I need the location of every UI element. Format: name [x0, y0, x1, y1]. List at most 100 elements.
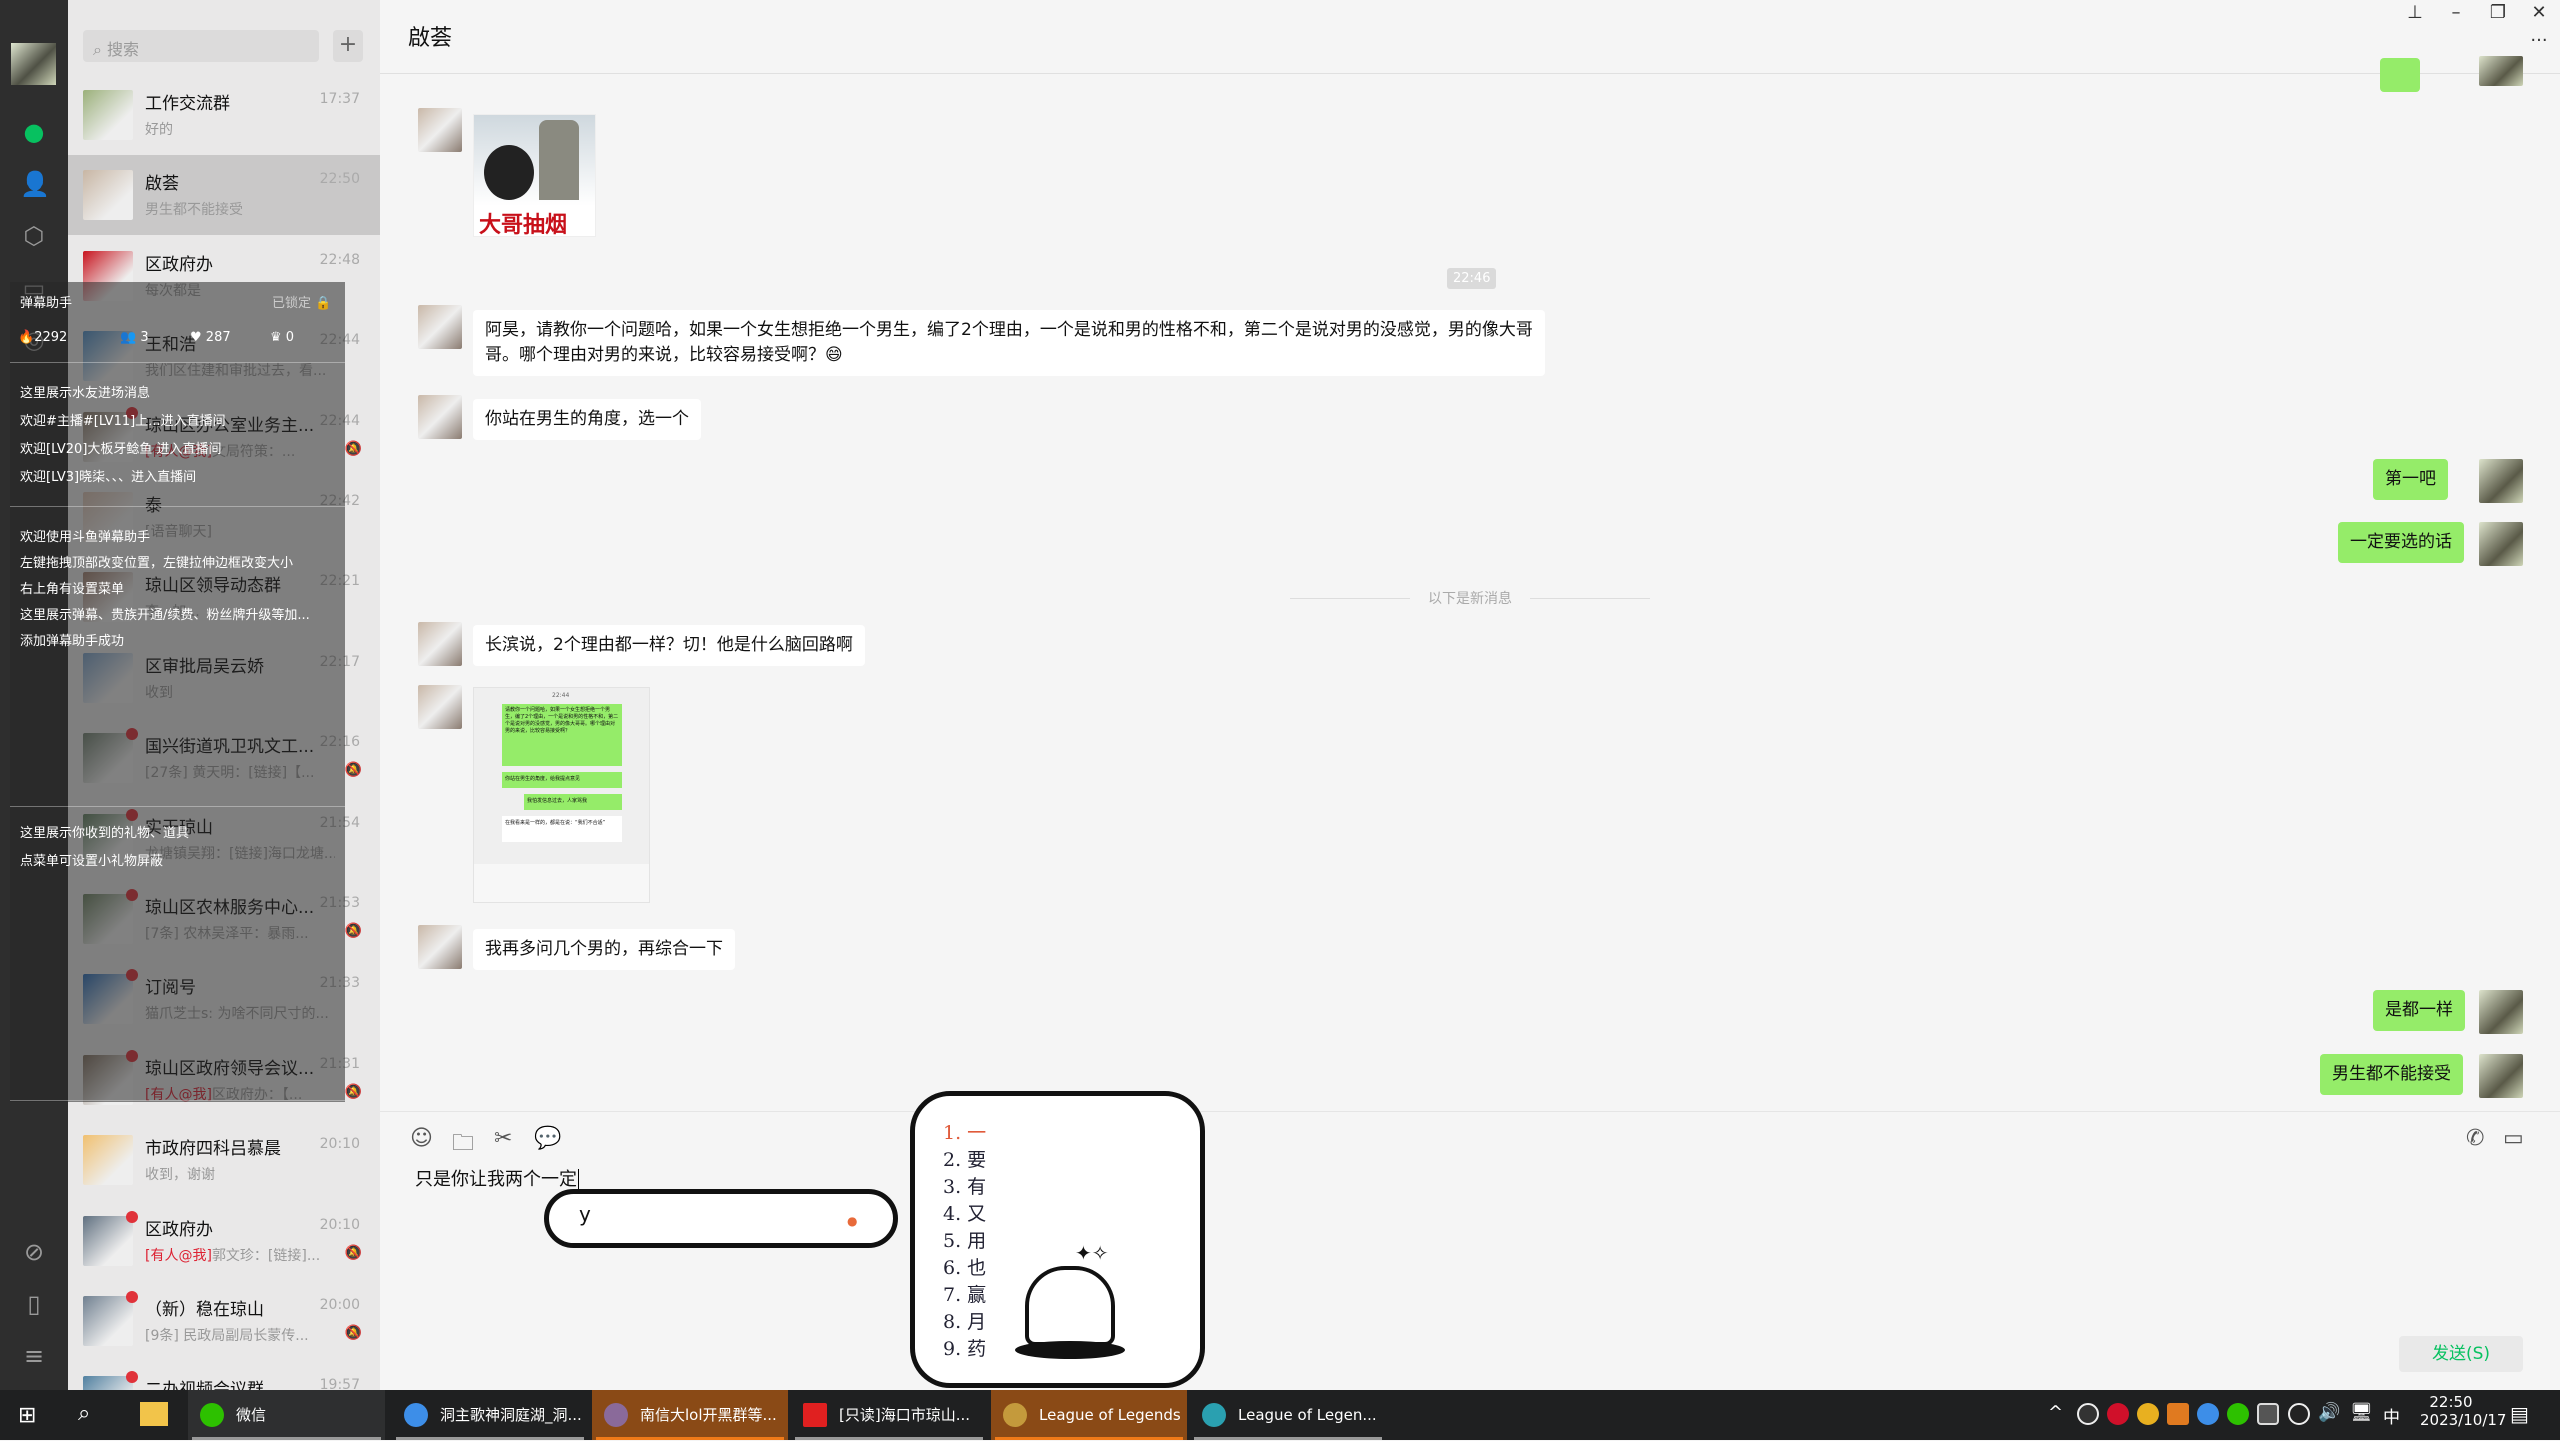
- ime-candidate[interactable]: 3. 有: [943, 1172, 986, 1199]
- obs-icon[interactable]: [2077, 1403, 2099, 1425]
- ime-candidate[interactable]: 7. 赢: [943, 1280, 986, 1307]
- windows-start-icon[interactable]: ⊞: [18, 1403, 36, 1428]
- my-message-bubble[interactable]: 一定要选的话: [2338, 522, 2464, 563]
- scissors-icon[interactable]: ✂: [494, 1126, 512, 1151]
- taskbar-item[interactable]: [只读]海口市琼山...: [791, 1390, 987, 1440]
- search-icon[interactable]: ⌕: [78, 1401, 90, 1426]
- contact-avatar[interactable]: [418, 108, 462, 152]
- typed-text[interactable]: 只是你让我两个一定: [415, 1165, 579, 1191]
- clock-date: 2023/10/17: [2420, 1411, 2507, 1429]
- tray-app-icon[interactable]: [2137, 1403, 2159, 1425]
- chat-list-item[interactable]: 区政府办 20:10 [有人@我]郭文珍：[链接]... 🔕: [68, 1201, 380, 1281]
- chat-list-item[interactable]: 工作交流群 17:37 好的: [68, 75, 380, 155]
- contact-avatar[interactable]: [418, 305, 462, 349]
- sticker-image[interactable]: 大哥抽烟: [473, 114, 596, 238]
- folder-icon[interactable]: 🗀: [452, 1126, 474, 1164]
- taskbar-item[interactable]: 洞主歌神洞庭湖_洞...: [392, 1390, 588, 1440]
- minimize-button[interactable]: –: [2441, 2, 2471, 23]
- message-bubble-partial: [2380, 58, 2420, 92]
- ime-candidate-window: 1. 一 2. 要 3. 有 4. 又 5. 用 6. 也 7. 赢 8. 月 …: [910, 1091, 1205, 1388]
- my-avatar: [2479, 990, 2523, 1034]
- contacts-icon[interactable]: 👤: [20, 170, 50, 198]
- taskbar-item[interactable]: League of Legen...: [1190, 1390, 1386, 1440]
- crown-count: ♛ 0: [270, 330, 295, 345]
- phone-icon[interactable]: ▯: [20, 1290, 48, 1318]
- chat-icon[interactable]: ●: [20, 118, 48, 146]
- ime-candidate[interactable]: 9. 药: [943, 1334, 986, 1361]
- chat-time: 22:48: [319, 251, 360, 268]
- tray-expand-icon[interactable]: ^: [2048, 1402, 2063, 1423]
- search-input[interactable]: ⌕ 搜索: [83, 30, 319, 62]
- wechat-tray-icon[interactable]: [2227, 1403, 2249, 1425]
- ime-indicator[interactable]: 中: [2383, 1403, 2400, 1428]
- ime-candidate[interactable]: 1. 一: [943, 1118, 986, 1145]
- danmu-assistant-overlay[interactable]: 弹幕助手 已锁定 🔒 🔥2292 👥 3 ♥ 287 ♛ 0 这里展示水友进场消…: [10, 282, 345, 1102]
- contact-avatar[interactable]: [418, 395, 462, 439]
- message-bubble[interactable]: 你站在男生的角度，选一个: [473, 399, 701, 440]
- tray-app-icon[interactable]: [2257, 1403, 2279, 1425]
- chat-preview: 收到，谢谢: [145, 1167, 215, 1184]
- message-bubble[interactable]: 阿昊，请教你一个问题哈，如果一个女生想拒绝一个男生，编了2个理由，一个是说和男的…: [473, 310, 1545, 376]
- video-call-icon[interactable]: ▭: [2503, 1126, 2524, 1151]
- tray-app-icon[interactable]: [2167, 1403, 2189, 1425]
- pin-icon[interactable]: ⊥: [2400, 2, 2430, 23]
- ime-candidate[interactable]: 4. 又: [943, 1199, 986, 1226]
- chat-list-item[interactable]: （新）稳在琼山 20:00 [9条] 民政局副局长蒙传... 🔕: [68, 1281, 380, 1361]
- taskbar-item-wechat[interactable]: 微信: [188, 1390, 385, 1440]
- my-message-bubble[interactable]: 第一吧: [2373, 459, 2448, 500]
- ime-candidate[interactable]: 6. 也: [943, 1253, 986, 1280]
- qq-icon[interactable]: [2288, 1403, 2310, 1425]
- unread-dot: [126, 1371, 138, 1384]
- taskbar-item[interactable]: League of Legends: [991, 1390, 1187, 1440]
- chat-list-item[interactable]: 啟荟 22:50 男生都不能接受: [68, 155, 380, 236]
- ime-dots: ●: [847, 1214, 858, 1228]
- send-button[interactable]: 发送(S): [2399, 1336, 2523, 1372]
- add-button[interactable]: +: [333, 30, 363, 62]
- chat-time: 20:00: [319, 1297, 360, 1313]
- league-of-legends-icon: [1003, 1403, 1027, 1427]
- emoji-icon[interactable]: ☺: [410, 1126, 433, 1151]
- miniprogram-icon[interactable]: ⊘: [20, 1238, 48, 1266]
- clock[interactable]: 22:50 2023/10/17: [2420, 1393, 2507, 1429]
- ime-candidate[interactable]: 5. 用: [943, 1226, 986, 1253]
- chat-history-icon[interactable]: 💬: [534, 1126, 561, 1151]
- taskbar-item[interactable]: 南信大lol开黑群等...: [592, 1390, 788, 1440]
- contact-avatar[interactable]: [418, 925, 462, 969]
- menu-icon[interactable]: ≡: [20, 1342, 48, 1370]
- my-message-bubble[interactable]: 男生都不能接受: [2320, 1054, 2463, 1095]
- chat-avatar: [83, 90, 133, 140]
- file-explorer-icon[interactable]: [140, 1402, 168, 1426]
- notifications-icon[interactable]: ▤: [2510, 1402, 2529, 1426]
- close-button[interactable]: ✕: [2524, 2, 2554, 23]
- volume-icon[interactable]: 🔊: [2318, 1402, 2340, 1423]
- restore-button[interactable]: ❐: [2483, 2, 2513, 23]
- locked-label[interactable]: 已锁定 🔒: [272, 292, 331, 311]
- tray-app-icon[interactable]: [2107, 1403, 2129, 1425]
- network-icon[interactable]: 🖥: [2350, 1402, 2373, 1423]
- contact-avatar[interactable]: [418, 685, 462, 729]
- screenshot-bubble: 请教你一个问题哈，如果一个女生想拒绝一个男生，编了2个理由，一个是说和男的性格不…: [502, 704, 622, 766]
- my-message-bubble[interactable]: 是都一样: [2373, 990, 2465, 1031]
- message-bubble[interactable]: 我再多问几个男的，再综合一下: [473, 929, 735, 970]
- mute-icon: 🔕: [344, 1325, 362, 1341]
- my-avatar: [2479, 56, 2523, 86]
- screenshot-time: 22:44: [552, 692, 570, 699]
- favorites-icon[interactable]: ⬡: [20, 222, 48, 250]
- contact-avatar[interactable]: [418, 622, 462, 666]
- ime-candidate[interactable]: 8. 月: [943, 1307, 986, 1334]
- message-input-area[interactable]: [380, 1111, 2560, 1390]
- sogou-browser-icon: [404, 1403, 428, 1427]
- more-options-icon[interactable]: ···: [2524, 30, 2554, 51]
- voice-call-icon[interactable]: ✆: [2466, 1126, 2484, 1151]
- chat-preview: [有人@我]郭文珍：[链接]...: [145, 1247, 321, 1264]
- message-bubble[interactable]: 长滨说，2个理由都一样？切！他是什么脑回路啊: [473, 625, 865, 666]
- unread-dot: [126, 1291, 138, 1303]
- user-avatar[interactable]: [11, 43, 56, 85]
- screenshot-image[interactable]: 22:44 请教你一个问题哈，如果一个女生想拒绝一个男生，编了2个理由，一个是说…: [473, 687, 650, 903]
- ime-candidate[interactable]: 2. 要: [943, 1145, 986, 1172]
- chat-title: 啟荟: [408, 26, 453, 51]
- sogou-icon[interactable]: [2197, 1403, 2219, 1425]
- chat-list-item[interactable]: 市政府四科吕慕晨 20:10 收到，谢谢: [68, 1120, 380, 1200]
- fire-count: 🔥2292: [18, 330, 68, 345]
- tip-line: 右上角有设置菜单: [20, 582, 125, 597]
